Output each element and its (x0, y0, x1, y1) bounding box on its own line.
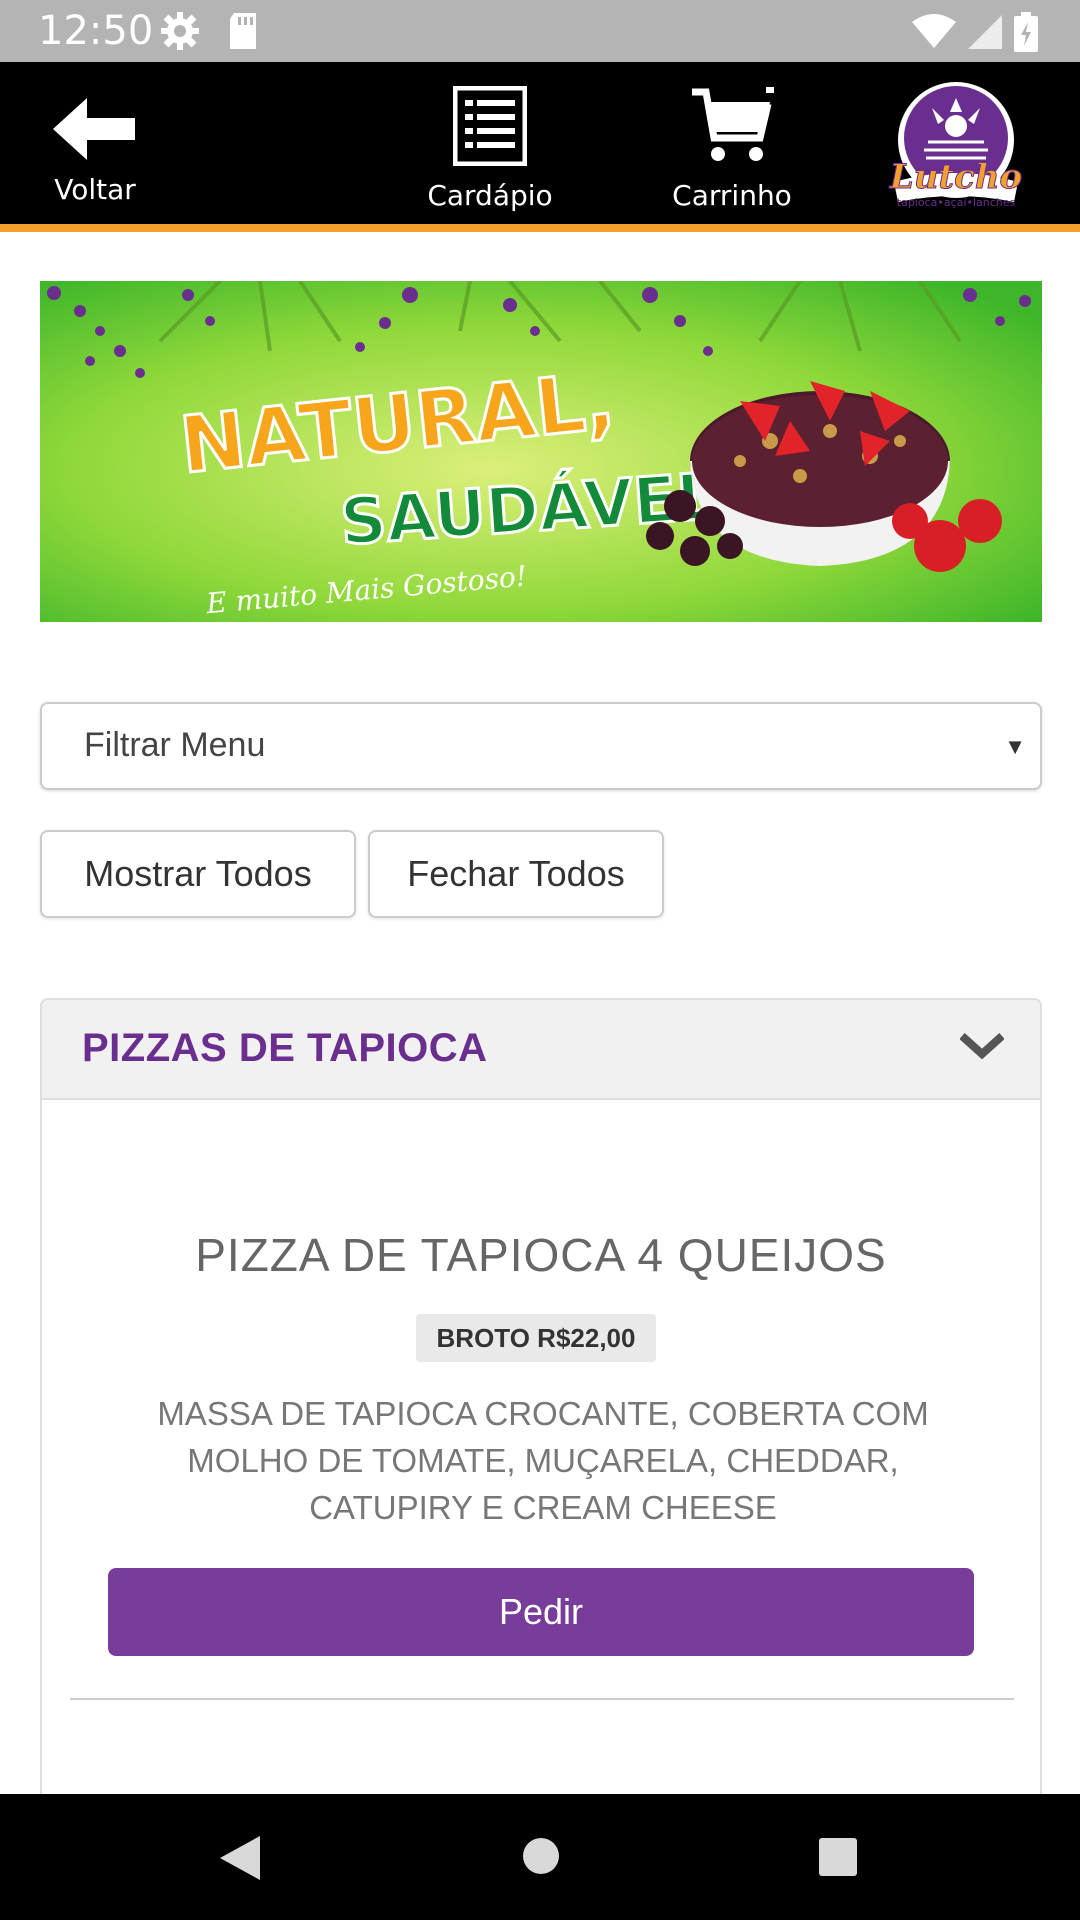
battery-icon (1014, 12, 1038, 57)
gear-icon (160, 11, 200, 56)
category-title: PIZZAS DE TAPIOCA (82, 1026, 488, 1070)
cart-button[interactable]: Carrinho (662, 86, 802, 212)
dropdown-arrow-icon: ▼ (1004, 734, 1026, 759)
price-badge: BROTO R$22,00 (416, 1314, 656, 1362)
cart-icon (690, 87, 774, 173)
back-triangle-icon[interactable] (218, 1834, 262, 1887)
promo-banner: NATURAL, SAUDÁVEL E muito Mais Gostoso! (40, 281, 1042, 622)
system-nav-bar (0, 1794, 1080, 1920)
signal-icon (966, 13, 1004, 56)
home-circle-icon[interactable] (521, 1836, 561, 1881)
recents-square-icon[interactable] (818, 1837, 858, 1882)
top-nav: Voltar Cardápio Carrinho Lutcho tapioca•… (0, 62, 1080, 232)
close-all-button[interactable]: Fechar Todos (368, 830, 664, 918)
menu-list-icon (452, 85, 528, 173)
menu-button[interactable]: Cardápio (420, 85, 560, 212)
filter-menu-select[interactable]: Filtrar Menu ▼ (40, 702, 1042, 790)
arrow-left-icon (53, 98, 137, 167)
category-panel: PIZZAS DE TAPIOCA PIZZA DE TAPIOCA 4 QUE… (40, 998, 1042, 1828)
item-name: PIZZA DE TAPIOCA 4 QUEIJOS (195, 1229, 887, 1281)
order-button[interactable]: Pedir (108, 1568, 974, 1656)
item-divider (70, 1698, 1014, 1700)
chevron-down-icon[interactable] (959, 1030, 1005, 1067)
back-label: Voltar (54, 173, 136, 206)
item-description: MASSA DE TAPIOCA CROCANTE, COBERTA COM M… (157, 1395, 929, 1526)
status-time: 12:50 (38, 8, 154, 54)
logo-tagline: tapioca•açaí•lanches (897, 196, 1016, 209)
menu-label: Cardápio (427, 179, 553, 212)
sd-card-icon (226, 11, 260, 56)
show-all-button[interactable]: Mostrar Todos (40, 830, 356, 918)
wifi-icon (912, 14, 956, 55)
filter-menu-value: Filtrar Menu (84, 726, 266, 764)
logo-text: Lutcho (889, 157, 1022, 197)
brand-logo[interactable]: Lutcho tapioca•açaí•lanches (888, 78, 1024, 216)
cart-label: Carrinho (672, 179, 792, 212)
status-bar: 12:50 (0, 0, 1080, 62)
back-button[interactable]: Voltar (40, 98, 150, 206)
category-header[interactable]: PIZZAS DE TAPIOCA (42, 1000, 1040, 1100)
